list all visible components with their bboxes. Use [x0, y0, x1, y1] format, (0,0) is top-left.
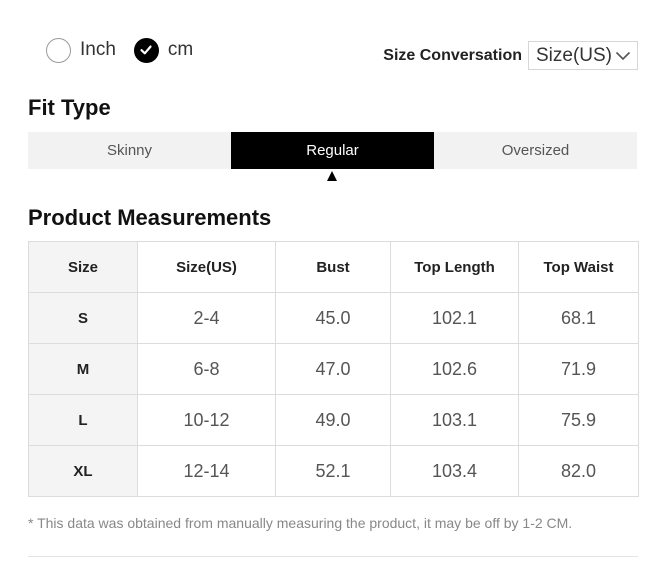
cell-top-waist: 75.9: [518, 394, 639, 446]
header-top-waist: Top Waist: [518, 241, 639, 293]
cell-top-length: 103.1: [390, 394, 519, 446]
fit-type-title: Fit Type: [28, 95, 111, 120]
measurements-table: Size Size(US) Bust Top Length Top Waist …: [28, 241, 639, 497]
tab-regular[interactable]: Regular: [231, 132, 434, 169]
cell-top-length: 102.6: [390, 343, 519, 395]
unit-label-cm: cm: [167, 39, 194, 60]
table-row: XL 12-14 52.1 103.4 82.0: [28, 445, 639, 497]
chevron-down-icon: [615, 51, 631, 61]
unit-selector: Inch cm: [46, 36, 211, 64]
cell-size: M: [28, 343, 138, 395]
cell-bust: 45.0: [275, 292, 391, 344]
table-row: S 2-4 45.0 102.1 68.1: [28, 292, 639, 344]
cell-size-us: 6-8: [137, 343, 276, 395]
fit-type-tabs: Skinny Regular Oversized: [28, 132, 637, 169]
table-row: L 10-12 49.0 103.1 75.9: [28, 394, 639, 446]
tab-skinny[interactable]: Skinny: [28, 132, 231, 169]
cell-top-waist: 68.1: [518, 292, 639, 344]
cell-top-waist: 82.0: [518, 445, 639, 497]
cell-size-us: 10-12: [137, 394, 276, 446]
unit-option-cm[interactable]: cm: [133, 37, 194, 63]
size-conversion-label: Size Conversation: [383, 46, 522, 64]
cell-top-length: 103.4: [390, 445, 519, 497]
cell-bust: 52.1: [275, 445, 391, 497]
checkmark-icon: [140, 45, 153, 55]
radio-cm[interactable]: [133, 37, 159, 63]
measurement-disclaimer: * This data was obtained from manually m…: [28, 515, 573, 531]
cell-top-length: 102.1: [390, 292, 519, 344]
cell-size: XL: [28, 445, 138, 497]
header-size: Size: [28, 241, 138, 293]
cell-bust: 47.0: [275, 343, 391, 395]
product-measurements-title: Product Measurements: [28, 205, 272, 230]
triangle-up-icon: [327, 171, 337, 181]
unit-label-inch: Inch: [80, 39, 116, 60]
tab-oversized[interactable]: Oversized: [434, 132, 637, 169]
size-conversion-select[interactable]: Size(US): [527, 41, 638, 70]
cell-size: S: [28, 292, 138, 344]
size-conversion-value: Size(US): [535, 44, 612, 66]
cell-size-us: 12-14: [137, 445, 276, 497]
table-header-row: Size Size(US) Bust Top Length Top Waist: [28, 241, 639, 293]
radio-inch[interactable]: [46, 37, 71, 63]
header-bust: Bust: [275, 241, 391, 293]
size-conversion: Size Conversation Size(US): [383, 41, 638, 70]
cell-bust: 49.0: [275, 394, 391, 446]
cell-size: L: [28, 394, 138, 446]
divider: [28, 556, 638, 557]
cell-size-us: 2-4: [137, 292, 276, 344]
header-size-us: Size(US): [137, 241, 276, 293]
header-top-length: Top Length: [390, 241, 519, 293]
unit-option-inch[interactable]: Inch: [46, 37, 116, 63]
table-row: M 6-8 47.0 102.6 71.9: [28, 343, 639, 395]
cell-top-waist: 71.9: [518, 343, 639, 395]
